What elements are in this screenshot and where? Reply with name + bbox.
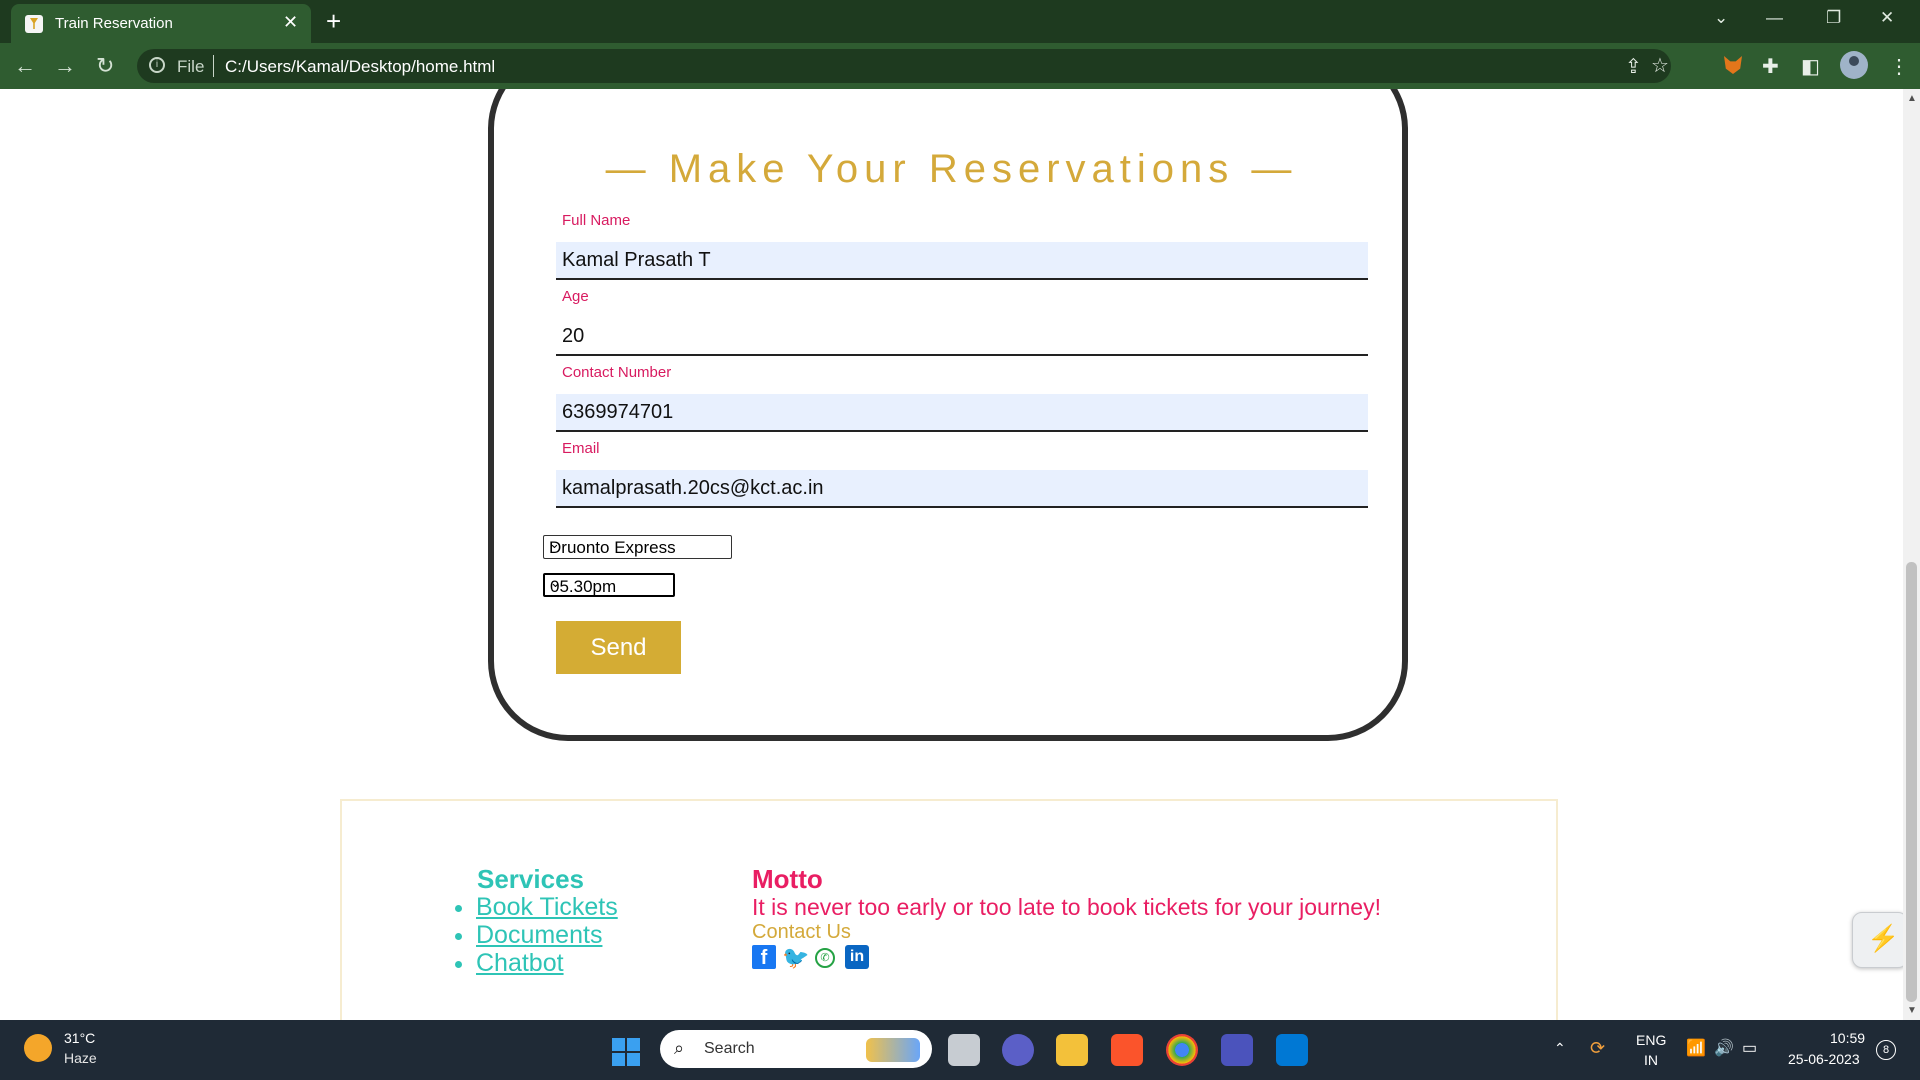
reservation-heading: — Make Your Reservations — (605, 147, 1298, 191)
browser-tab-bar: Train Reservation ✕ + ⌄ — ❐ ✕ (0, 0, 1920, 43)
page-scrollbar[interactable]: ▲ ▼ (1903, 89, 1920, 1020)
browser-tab[interactable]: Train Reservation ✕ (11, 4, 311, 43)
send-button[interactable]: Send (556, 621, 681, 674)
taskbar-search-label: Search (704, 1040, 755, 1057)
profile-avatar[interactable] (1840, 51, 1868, 79)
battery-icon[interactable]: ▭ (1742, 1038, 1757, 1058)
age-label: Age (562, 288, 589, 305)
scrollbar-thumb[interactable] (1906, 562, 1917, 1002)
forward-icon[interactable]: → (54, 53, 76, 79)
microsoft-teams-icon[interactable] (1221, 1034, 1253, 1066)
weather-haze-icon[interactable] (24, 1034, 52, 1062)
book-tickets-link[interactable]: Book Tickets (476, 893, 618, 921)
vscode-icon[interactable] (1276, 1034, 1308, 1066)
site-info-icon[interactable]: i (149, 57, 165, 73)
train-select[interactable]: Druonto Express ⌄ (543, 535, 732, 559)
floating-assistant-button[interactable] (1852, 912, 1908, 968)
sync-status-icon[interactable]: ⟳ (1590, 1038, 1605, 1059)
facebook-icon[interactable]: f (752, 945, 776, 969)
contact-number-label: Contact Number (562, 364, 672, 381)
show-hidden-icons-chevron-icon[interactable]: ⌃ (1554, 1040, 1566, 1057)
services-list-item: Documents (455, 921, 602, 950)
volume-icon[interactable]: 🔊 (1714, 1038, 1734, 1058)
bookmark-star-icon[interactable]: ☆ (1651, 53, 1669, 78)
site-favicon-icon (25, 15, 43, 33)
chrome-icon[interactable] (1166, 1034, 1198, 1066)
side-panel-icon[interactable]: ◧ (1801, 54, 1820, 79)
clock-date[interactable]: 25-06-2023 (1788, 1051, 1860, 1067)
linkedin-icon[interactable]: in (845, 945, 869, 969)
email-field[interactable] (556, 470, 1368, 508)
age-field[interactable] (556, 318, 1368, 356)
chatbot-link[interactable]: Chatbot (476, 949, 564, 977)
contact-number-field[interactable] (556, 394, 1368, 432)
scheme-label: File (177, 57, 205, 76)
clock-time[interactable]: 10:59 (1830, 1030, 1865, 1046)
window-close-icon[interactable]: ✕ (1880, 8, 1894, 28)
taskbar-search[interactable]: ⌕ Search (660, 1030, 932, 1068)
file-explorer-icon[interactable] (1056, 1034, 1088, 1066)
search-highlight-icon (866, 1038, 920, 1062)
address-bar[interactable]: i File C:/Users/Kamal/Desktop/home.html … (137, 49, 1671, 83)
new-tab-button[interactable]: + (326, 6, 341, 37)
chevron-down-icon: ⌄ (550, 575, 561, 590)
brave-browser-icon[interactable] (1111, 1034, 1143, 1066)
teams-chat-icon[interactable] (1002, 1034, 1034, 1066)
language-indicator[interactable]: ENG (1636, 1032, 1666, 1048)
menu-kebab-icon[interactable]: ⋮ (1889, 54, 1909, 79)
metamask-extension-icon[interactable] (1724, 56, 1742, 74)
back-icon[interactable]: ← (14, 53, 36, 79)
browser-toolbar: ← → ↻ i File C:/Users/Kamal/Desktop/home… (0, 43, 1920, 89)
search-icon: ⌕ (674, 1038, 685, 1058)
page-viewport: — Make Your Reservations — Full Name Age… (0, 89, 1903, 1020)
windows-taskbar: 31°C Haze ⌕ Search ⌃ ⟳ ENG IN 📶 🔊 ▭ 10:5… (0, 1020, 1920, 1080)
tab-close-icon[interactable]: ✕ (283, 12, 298, 33)
contact-us-label: Contact Us (752, 921, 851, 943)
url-text[interactable]: C:/Users/Kamal/Desktop/home.html (225, 57, 495, 77)
whatsapp-icon[interactable]: ✆ (815, 948, 835, 968)
extensions-puzzle-icon[interactable]: ✚ (1762, 54, 1779, 79)
address-separator (213, 55, 214, 77)
time-select[interactable]: 05.30pm ⌄ (543, 573, 675, 597)
email-label: Email (562, 440, 600, 457)
services-list-item: Chatbot (455, 949, 564, 978)
full-name-field[interactable] (556, 242, 1368, 280)
motto-title: Motto (752, 864, 823, 894)
region-indicator[interactable]: IN (1644, 1052, 1658, 1068)
weather-condition[interactable]: Haze (64, 1050, 97, 1066)
reload-icon[interactable]: ↻ (96, 53, 114, 79)
twitter-icon[interactable]: 🐦 (782, 945, 809, 970)
start-windows-icon[interactable] (612, 1038, 640, 1066)
motto-text: It is never too early or too late to boo… (752, 894, 1381, 920)
share-icon[interactable]: ⇪ (1625, 54, 1642, 79)
task-view-icon[interactable] (948, 1034, 980, 1066)
services-list-item: Book Tickets (455, 893, 618, 922)
minimize-icon[interactable]: — (1766, 8, 1783, 28)
tab-search-icon[interactable]: ⌄ (1714, 8, 1728, 28)
tab-title: Train Reservation (55, 15, 173, 32)
restore-icon[interactable]: ❐ (1826, 8, 1841, 28)
full-name-label: Full Name (562, 212, 631, 229)
wifi-icon[interactable]: 📶 (1686, 1038, 1706, 1058)
scroll-down-icon[interactable]: ▼ (1907, 1005, 1917, 1016)
notification-badge[interactable]: 8 (1876, 1040, 1896, 1060)
weather-temperature[interactable]: 31°C (64, 1030, 95, 1046)
services-title: Services (477, 864, 584, 894)
documents-link[interactable]: Documents (476, 921, 602, 949)
scroll-up-icon[interactable]: ▲ (1907, 93, 1917, 104)
chevron-down-icon: ⌄ (549, 536, 560, 551)
